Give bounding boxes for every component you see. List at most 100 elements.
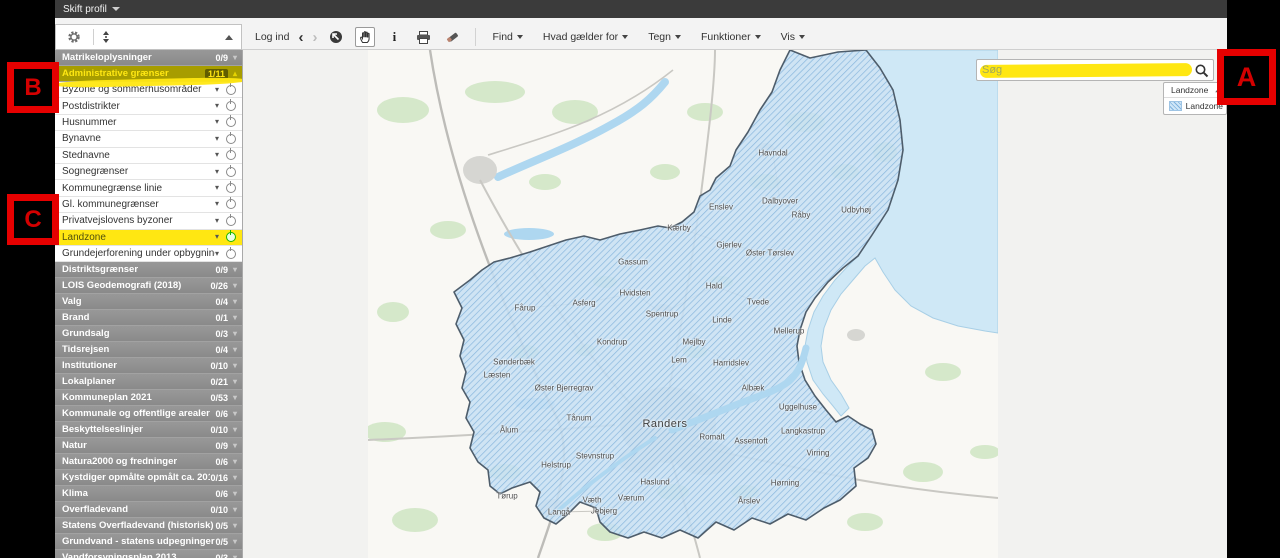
search-input[interactable] [982, 61, 1182, 79]
menu-tegn[interactable]: Tegn [645, 31, 684, 43]
layer-group-header[interactable]: Administrative grænser1/11▴ [55, 66, 242, 82]
layer-group-header[interactable]: Brand0/1▾ [55, 310, 242, 326]
chevron-down-icon[interactable]: ▾ [215, 200, 219, 208]
chevron-down-icon[interactable]: ▾ [233, 298, 237, 306]
eraser-icon[interactable] [442, 27, 462, 47]
power-toggle-icon[interactable] [226, 199, 236, 209]
layer-item-grundejerforening-under-opbygning[interactable]: Grundejerforening under opbygning▾ [55, 246, 242, 262]
login-button[interactable]: Log ind [255, 31, 289, 43]
layer-item-bynavne[interactable]: Bynavne▾ [55, 131, 242, 147]
full-extent-icon[interactable] [326, 27, 346, 47]
power-toggle-icon[interactable] [226, 216, 236, 226]
layer-item-postdistrikter[interactable]: Postdistrikter▾ [55, 98, 242, 114]
chevron-down-icon[interactable]: ▾ [215, 168, 219, 176]
chevron-down-icon[interactable]: ▾ [233, 426, 237, 434]
map-canvas[interactable]: HavndalDalbyoverRåbyUdbyhøjEnslevKærbyGj… [243, 50, 1227, 558]
annotation-box-a: A [1217, 49, 1276, 105]
layer-group-header[interactable]: Kommuneplan 20210/53▾ [55, 390, 242, 406]
chevron-down-icon[interactable]: ▾ [215, 217, 219, 225]
menu-hvad-g-lder-for[interactable]: Hvad gælder for [540, 31, 631, 43]
layer-item-husnummer[interactable]: Husnummer▾ [55, 115, 242, 131]
layer-group-header[interactable]: Vandforsyningsplan 20130/3▾ [55, 550, 242, 558]
layer-group-header[interactable]: Natura2000 og fredninger0/6▾ [55, 454, 242, 470]
chevron-down-icon[interactable]: ▾ [215, 118, 219, 126]
layer-group-header[interactable]: Klima0/6▾ [55, 486, 242, 502]
chevron-down-icon[interactable]: ▾ [233, 458, 237, 466]
power-toggle-icon[interactable] [226, 167, 236, 177]
layer-group-header[interactable]: Distriktsgrænser0/9▾ [55, 262, 242, 278]
chevron-down-icon[interactable]: ▾ [233, 442, 237, 450]
power-toggle-icon[interactable] [226, 117, 236, 127]
search-icon[interactable] [1194, 63, 1210, 84]
profile-switcher[interactable]: Skift profil [63, 4, 107, 15]
chevron-down-icon[interactable]: ▾ [233, 474, 237, 482]
layer-item-kommunegr-nse-linie[interactable]: Kommunegrænse linie▾ [55, 180, 242, 196]
pan-hand-icon[interactable] [355, 27, 375, 47]
chevron-down-icon[interactable]: ▾ [215, 151, 219, 159]
chevron-down-icon[interactable]: ▾ [215, 233, 219, 241]
chevron-up-icon[interactable]: ▴ [233, 70, 237, 78]
gear-icon[interactable] [64, 27, 84, 47]
chevron-down-icon [799, 35, 805, 39]
back-chevron-icon[interactable]: ‹ [298, 30, 303, 45]
forward-chevron-icon[interactable]: › [312, 30, 317, 45]
layer-item-sognegr-nser[interactable]: Sognegrænser▾ [55, 164, 242, 180]
power-toggle-icon[interactable] [226, 101, 236, 111]
chevron-down-icon[interactable]: ▾ [233, 314, 237, 322]
chevron-down-icon[interactable]: ▾ [215, 102, 219, 110]
chevron-down-icon[interactable]: ▾ [233, 522, 237, 530]
chevron-down-icon[interactable]: ▾ [215, 135, 219, 143]
chevron-down-icon[interactable]: ▾ [215, 184, 219, 192]
layer-group-header[interactable]: Grundsalg0/3▾ [55, 326, 242, 342]
layer-group-header[interactable]: Kystdiger opmålte opmålt ca. 20160/16▾ [55, 470, 242, 486]
chevron-down-icon[interactable]: ▾ [233, 378, 237, 386]
chevron-down-icon[interactable]: ▾ [233, 410, 237, 418]
chevron-down-icon[interactable]: ▾ [233, 490, 237, 498]
layer-group-header[interactable]: Institutioner0/10▾ [55, 358, 242, 374]
layer-group-header[interactable]: Matrikeloplysninger0/9▾ [55, 50, 242, 66]
layer-item-landzone[interactable]: Landzone▾ [55, 230, 242, 246]
layer-item-privatvejslovens-byzoner[interactable]: Privatvejslovens byzoner▾ [55, 213, 242, 229]
layer-group-header[interactable]: Tidsrejsen0/4▾ [55, 342, 242, 358]
layer-group-header[interactable]: Overfladevand0/10▾ [55, 502, 242, 518]
power-toggle-icon[interactable] [226, 85, 236, 95]
chevron-down-icon[interactable] [112, 7, 120, 11]
chevron-down-icon[interactable]: ▾ [233, 538, 237, 546]
layer-group-header[interactable]: Kommunale og offentlige arealer0/6▾ [55, 406, 242, 422]
power-toggle-icon[interactable] [226, 249, 236, 259]
chevron-down-icon[interactable]: ▾ [215, 86, 219, 94]
layer-group-header[interactable]: Grundvand - statens udpegninger0/5▾ [55, 534, 242, 550]
layer-group-header[interactable]: Statens Overfladevand (historisk)0/5▾ [55, 518, 242, 534]
layer-label: Kommunegrænse linie [62, 183, 215, 194]
layer-item-stednavne[interactable]: Stednavne▾ [55, 148, 242, 164]
layer-group-header[interactable]: Natur0/9▾ [55, 438, 242, 454]
chevron-down-icon[interactable]: ▾ [233, 282, 237, 290]
layer-group-header[interactable]: LOIS Geodemografi (2018)0/26▾ [55, 278, 242, 294]
layer-item-gl-kommunegr-nser[interactable]: Gl. kommunegrænser▾ [55, 197, 242, 213]
chevron-down-icon[interactable]: ▾ [233, 266, 237, 274]
chevron-down-icon[interactable]: ▾ [233, 506, 237, 514]
power-toggle-icon[interactable] [226, 183, 236, 193]
menu-funktioner[interactable]: Funktioner [698, 31, 764, 43]
layer-group-header[interactable]: Beskyttelseslinjer0/10▾ [55, 422, 242, 438]
chevron-down-icon[interactable]: ▾ [215, 250, 219, 258]
chevron-down-icon[interactable]: ▾ [233, 362, 237, 370]
chevron-down-icon[interactable]: ▾ [233, 330, 237, 338]
layer-item-byzone-og-sommerhusomr-der[interactable]: Byzone og sommerhusområder▾ [55, 82, 242, 98]
layer-group-header[interactable]: Lokalplaner0/21▾ [55, 374, 242, 390]
collapse-panel-icon[interactable] [225, 35, 233, 40]
power-toggle-icon[interactable] [226, 134, 236, 144]
chevron-down-icon [622, 35, 628, 39]
print-icon[interactable] [413, 27, 433, 47]
menu-vis[interactable]: Vis [778, 31, 808, 43]
menu-find[interactable]: Find [489, 31, 525, 43]
power-toggle-icon[interactable] [226, 232, 236, 242]
chevron-down-icon[interactable]: ▾ [233, 346, 237, 354]
expand-collapse-all-icon[interactable] [103, 31, 109, 43]
layer-group-header[interactable]: Valg0/4▾ [55, 294, 242, 310]
chevron-down-icon[interactable]: ▾ [233, 554, 237, 558]
chevron-down-icon[interactable]: ▾ [233, 394, 237, 402]
info-icon[interactable]: i [384, 27, 404, 47]
power-toggle-icon[interactable] [226, 150, 236, 160]
chevron-down-icon[interactable]: ▾ [233, 54, 237, 62]
